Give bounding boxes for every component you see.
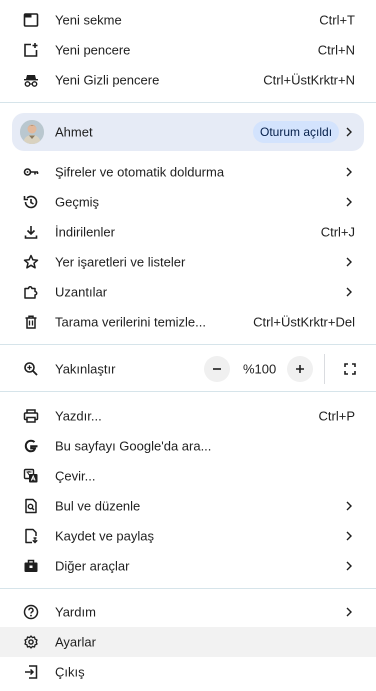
chevron-right-icon xyxy=(342,125,356,139)
fullscreen-button[interactable] xyxy=(337,356,363,382)
chevron-right-icon xyxy=(342,165,356,179)
menu-item-passwords[interactable]: Şifreler ve otomatik doldurma xyxy=(0,157,376,187)
print-icon xyxy=(22,407,40,425)
print-shortcut: Ctrl+P xyxy=(318,408,355,424)
chevron-right-icon xyxy=(342,255,356,269)
chevron-right-icon xyxy=(342,605,356,619)
trash-icon xyxy=(22,313,40,331)
exit-icon xyxy=(22,663,40,681)
menu-item-new-window[interactable]: Yeni pencere Ctrl+N xyxy=(0,35,376,65)
google-search-label: Bu sayfayı Google'da ara... xyxy=(55,438,212,454)
save-share-icon xyxy=(22,527,40,545)
divider xyxy=(0,344,376,345)
menu-item-help[interactable]: Yardım xyxy=(0,597,376,627)
new-tab-label: Yeni sekme xyxy=(55,12,122,28)
menu-item-clear-data[interactable]: Tarama verilerini temizle... Ctrl+ÜstKrk… xyxy=(0,307,376,337)
zoom-level: %100 xyxy=(243,361,277,377)
passwords-label: Şifreler ve otomatik doldurma xyxy=(55,164,225,180)
incognito-icon xyxy=(22,71,40,89)
clear-data-label: Tarama verilerini temizle... xyxy=(55,314,206,330)
menu-item-google-search[interactable]: Bu sayfayı Google'da ara... xyxy=(0,431,376,461)
divider xyxy=(0,102,376,103)
extensions-label: Uzantılar xyxy=(55,284,108,300)
new-tab-shortcut: Ctrl+T xyxy=(319,12,355,28)
translate-icon xyxy=(22,467,40,485)
chrome-main-menu: Yeni sekme Ctrl+T Yeni pencere Ctrl+N Ye… xyxy=(0,0,376,691)
new-window-shortcut: Ctrl+N xyxy=(317,42,355,58)
find-edit-label: Bul ve düzenle xyxy=(55,498,141,514)
history-icon xyxy=(22,193,40,211)
zoom-in-button[interactable] xyxy=(287,356,313,382)
incognito-shortcut: Ctrl+ÜstKrktr+N xyxy=(263,72,355,88)
status-badge: Oturum açıldı xyxy=(253,121,340,143)
menu-item-more-tools[interactable]: Diğer araçlar xyxy=(0,551,376,581)
extension-icon xyxy=(22,283,40,301)
download-icon xyxy=(22,223,40,241)
star-icon xyxy=(22,253,40,271)
new-tab-icon xyxy=(22,11,40,29)
chevron-right-icon xyxy=(342,499,356,513)
chevron-right-icon xyxy=(342,559,356,573)
downloads-label: İndirilenler xyxy=(55,224,115,240)
menu-item-settings[interactable]: Ayarlar xyxy=(0,627,376,657)
menu-item-bookmarks[interactable]: Yer işaretleri ve listeler xyxy=(0,247,376,277)
zoom-separator xyxy=(324,354,325,384)
menu-item-exit[interactable]: Çıkış xyxy=(0,657,376,687)
menu-item-new-tab[interactable]: Yeni sekme Ctrl+T xyxy=(0,5,376,35)
clear-data-shortcut: Ctrl+ÜstKrktr+Del xyxy=(253,314,355,330)
chevron-right-icon xyxy=(342,195,356,209)
zoom-label: Yakınlaştır xyxy=(55,361,116,377)
help-label: Yardım xyxy=(55,604,96,620)
menu-item-translate[interactable]: Çevir... xyxy=(0,461,376,491)
print-label: Yazdır... xyxy=(55,408,102,424)
new-window-label: Yeni pencere xyxy=(55,42,131,58)
chevron-right-icon xyxy=(342,285,356,299)
more-tools-label: Diğer araçlar xyxy=(55,558,130,574)
menu-item-downloads[interactable]: İndirilenler Ctrl+J xyxy=(0,217,376,247)
bookmarks-label: Yer işaretleri ve listeler xyxy=(55,254,186,270)
menu-item-find-edit[interactable]: Bul ve düzenle xyxy=(0,491,376,521)
help-icon xyxy=(22,603,40,621)
find-icon xyxy=(22,497,40,515)
new-window-icon xyxy=(22,41,40,59)
incognito-label: Yeni Gizli pencere xyxy=(55,72,160,88)
gear-icon xyxy=(22,633,40,651)
profile-name: Ahmet xyxy=(55,124,93,140)
history-label: Geçmiş xyxy=(55,194,100,210)
settings-label: Ayarlar xyxy=(55,634,96,650)
menu-item-history[interactable]: Geçmiş xyxy=(0,187,376,217)
chevron-right-icon xyxy=(342,529,356,543)
google-icon xyxy=(22,437,40,455)
zoom-row: Yakınlaştır %100 xyxy=(0,354,376,384)
key-icon xyxy=(22,163,40,181)
downloads-shortcut: Ctrl+J xyxy=(320,224,355,240)
profile-row[interactable]: Ahmet Oturum açıldı xyxy=(12,113,364,151)
zoom-icon xyxy=(22,360,40,378)
menu-item-extensions[interactable]: Uzantılar xyxy=(0,277,376,307)
menu-item-save-share[interactable]: Kaydet ve paylaş xyxy=(0,521,376,551)
save-share-label: Kaydet ve paylaş xyxy=(55,528,155,544)
menu-item-print[interactable]: Yazdır... Ctrl+P xyxy=(0,401,376,431)
zoom-out-button[interactable] xyxy=(204,356,230,382)
menu-item-incognito[interactable]: Yeni Gizli pencere Ctrl+ÜstKrktr+N xyxy=(0,65,376,95)
divider xyxy=(0,588,376,589)
toolbox-icon xyxy=(22,557,40,575)
exit-label: Çıkış xyxy=(55,664,85,680)
avatar xyxy=(20,120,44,144)
translate-label: Çevir... xyxy=(55,468,96,484)
divider xyxy=(0,391,376,392)
